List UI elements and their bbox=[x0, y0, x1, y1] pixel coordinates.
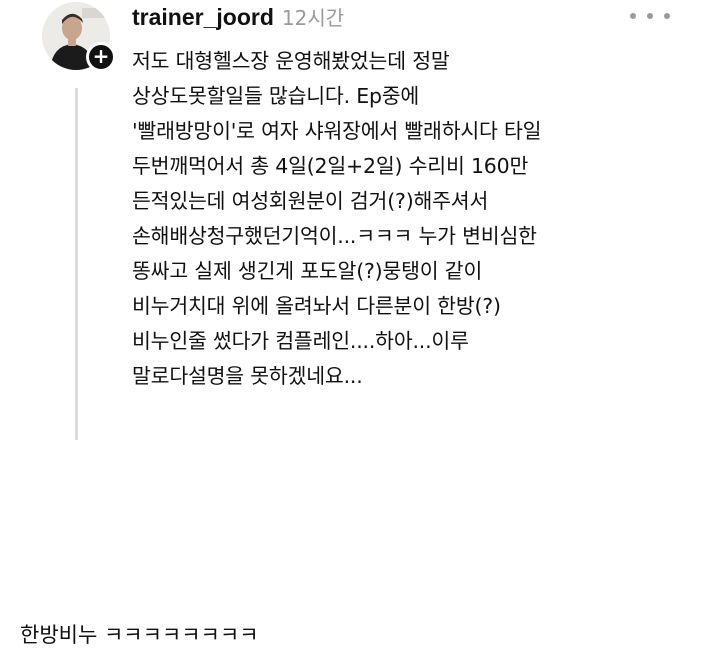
username[interactable]: trainer_joord bbox=[132, 4, 274, 31]
post-body-line: '빨래방망이'로 여자 샤워장에서 빨래하시다 타일 bbox=[132, 119, 542, 143]
dot bbox=[630, 13, 636, 19]
post-header: trainer_joord 12시간 bbox=[132, 2, 344, 34]
post-body-line: 든적있는데 여성회원분이 검거(?)해주셔서 bbox=[132, 189, 489, 213]
avatar[interactable]: + bbox=[42, 2, 116, 72]
post-body-line: 똥싸고 실제 생긴게 포도알(?)뭉탱이 같이 bbox=[132, 259, 483, 283]
dot bbox=[647, 13, 653, 19]
more-dots-icon[interactable] bbox=[630, 2, 670, 30]
post-time: 12시간 bbox=[281, 6, 345, 30]
post-body-line: 손해배상청구했던기억이...ㅋㅋㅋ 누가 변비심한 bbox=[132, 224, 537, 248]
post-body-line: 두번깨먹어서 총 4일(2일+2일) 수리비 160만 bbox=[132, 154, 529, 178]
post-body-line: 상상도못할일들 많습니다. Ep중에 bbox=[132, 84, 420, 108]
post-body-line: 비누거치대 위에 올려놔서 다른분이 한방(?) bbox=[132, 294, 501, 318]
post-body: 저도 대형헬스장 운영해봤었는데 정말 상상도못할일들 많습니다. Ep중에 '… bbox=[132, 44, 692, 394]
plus-icon[interactable]: + bbox=[86, 42, 116, 72]
post-body-line: 저도 대형헬스장 운영해봤었는데 정말 bbox=[132, 49, 450, 73]
thread-post: + trainer_joord 12시간 저도 대형헬스장 운영해봤었는데 정말… bbox=[0, 0, 716, 600]
dot bbox=[664, 13, 670, 19]
post-body-line: 비누인줄 썼다가 컴플레인....하아...이루 bbox=[132, 329, 469, 353]
post-body-line: 말로다설명을 못하겠네요... bbox=[132, 364, 363, 388]
caption-text: 한방비누 ㅋㅋㅋㅋㅋㅋㅋㅋ bbox=[20, 623, 259, 647]
thread-line bbox=[75, 88, 78, 440]
